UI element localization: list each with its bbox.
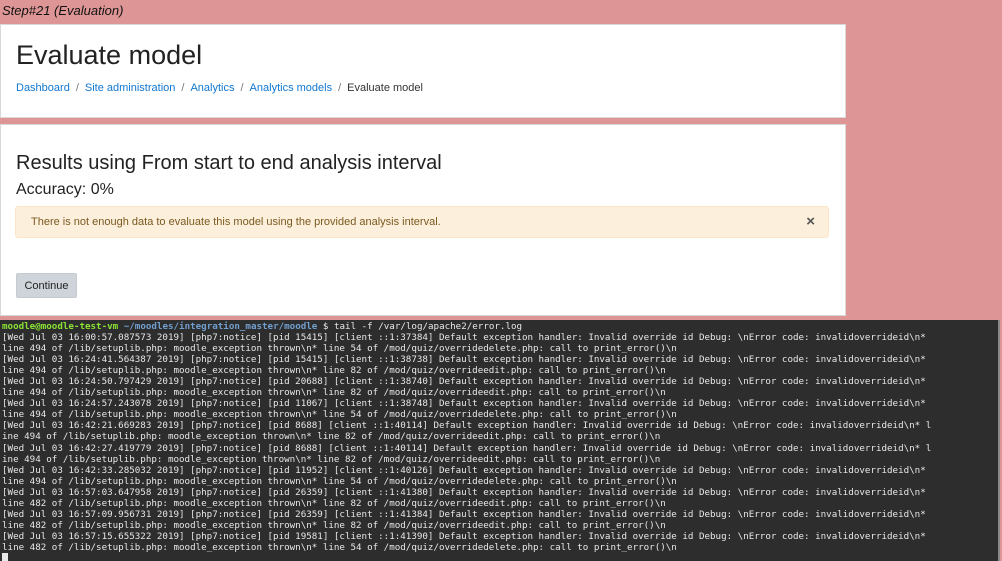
terminal-log-line: [Wed Jul 03 16:42:27.419779 2019] [php7:… (2, 442, 932, 454)
terminal-log-line: [Wed Jul 03 16:24:50.797429 2019] [php7:… (2, 376, 926, 388)
warning-alert: There is not enough data to evaluate thi… (15, 206, 829, 238)
terminal-command: tail -f /var/log/apache2/error.log (333, 321, 523, 332)
terminal-log-line: ine 494 of /lib/setuplib.php: moodle_exc… (2, 431, 661, 443)
terminal-log-line: [Wed Jul 03 16:42:33.285032 2019] [php7:… (2, 464, 926, 476)
breadcrumb: Dashboard / Site administration / Analytics /… (16, 82, 423, 94)
terminal-log-line: line 494 of /lib/setuplib.php: moodle_ex… (2, 387, 666, 399)
terminal-log-line: line 494 of /lib/setuplib.php: moodle_ex… (2, 409, 677, 421)
accuracy-value: Accuracy: 0% (16, 181, 114, 198)
terminal-window[interactable]: moodle@moodle-test-vm ~/moodles/integrat… (0, 320, 1000, 561)
terminal-prompt-line: moodle@moodle-test-vm ~/moodles/integrat… (2, 321, 996, 332)
prompt-user: moodle@moodle-test-vm (2, 321, 119, 332)
terminal-log-line: line 482 of /lib/setuplib.php: moodle_ex… (2, 497, 666, 509)
terminal-log-line: line 494 of /lib/setuplib.php: moodle_ex… (2, 343, 677, 355)
breadcrumb-analytics[interactable]: Analytics (190, 82, 234, 94)
terminal-log-line: line 482 of /lib/setuplib.php: moodle_ex… (2, 541, 677, 553)
terminal-output: [Wed Jul 03 16:00:57.087573 2019] [php7:… (2, 332, 996, 553)
terminal-log-line: [Wed Jul 03 16:24:57.243078 2019] [php7:… (2, 398, 926, 410)
terminal-cursor (2, 552, 8, 561)
breadcrumb-separator: / (181, 82, 185, 94)
terminal-log-line: line 494 of /lib/setuplib.php: moodle_ex… (2, 475, 677, 487)
alert-message: There is not enough data to evaluate thi… (31, 216, 441, 228)
breadcrumb-site-administration[interactable]: Site administration (85, 82, 176, 94)
breadcrumb-analytics-models[interactable]: Analytics models (250, 82, 333, 94)
terminal-log-line: [Wed Jul 03 16:57:15.655322 2019] [php7:… (2, 530, 926, 542)
step-label: Step#21 (Evaluation) (2, 3, 124, 18)
page-title: Evaluate model (16, 40, 203, 70)
results-heading: Results using From start to end analysis… (16, 152, 442, 174)
breadcrumb-separator: / (240, 82, 244, 94)
terminal-log-line: ine 494 of /lib/setuplib.php: moodle_exc… (2, 453, 661, 465)
prompt-symbol: $ (322, 321, 329, 332)
breadcrumb-separator: / (338, 82, 342, 94)
terminal-log-line: line 494 of /lib/setuplib.php: moodle_ex… (2, 365, 666, 377)
breadcrumb-current: Evaluate model (347, 82, 423, 94)
terminal-log-line: line 482 of /lib/setuplib.php: moodle_ex… (2, 519, 666, 531)
main-content: Results using From start to end analysis… (0, 124, 846, 316)
page-header: Evaluate model Dashboard / Site administra… (0, 24, 846, 118)
continue-button[interactable]: Continue (16, 273, 77, 298)
breadcrumb-dashboard[interactable]: Dashboard (16, 82, 70, 94)
terminal-log-line: [Wed Jul 03 16:57:09.956731 2019] [php7:… (2, 508, 926, 520)
terminal-log-line: [Wed Jul 03 16:57:03.647958 2019] [php7:… (2, 486, 926, 498)
terminal-cursor-line (2, 552, 996, 561)
breadcrumb-separator: / (75, 82, 79, 94)
prompt-path: ~/moodles/integration_master/moodle (123, 321, 318, 332)
close-icon[interactable]: × (806, 213, 815, 230)
terminal-log-line: [Wed Jul 03 16:42:21.669283 2019] [php7:… (2, 420, 932, 432)
terminal-log-line: [Wed Jul 03 16:24:41.564387 2019] [php7:… (2, 354, 926, 366)
terminal-log-line: [Wed Jul 03 16:00:57.087573 2019] [php7:… (2, 332, 926, 344)
